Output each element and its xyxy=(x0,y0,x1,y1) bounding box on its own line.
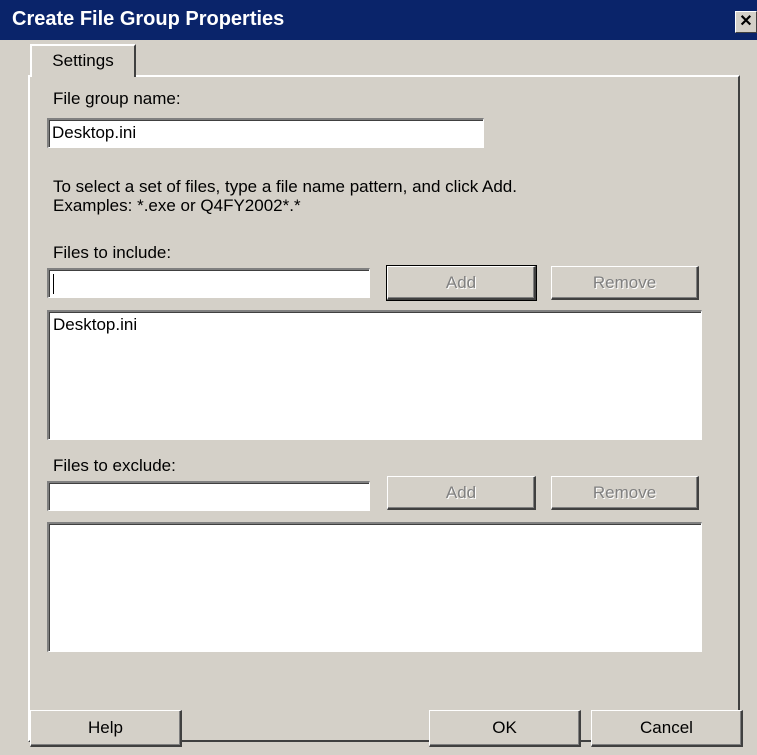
exclude-remove-button[interactable]: Remove xyxy=(551,476,699,510)
tab-settings[interactable]: Settings xyxy=(30,44,136,77)
file-group-name-input[interactable]: Desktop.ini xyxy=(47,118,484,148)
exclude-pattern-input[interactable] xyxy=(47,481,370,511)
files-to-exclude-label: Files to exclude: xyxy=(53,456,176,475)
exclude-file-list[interactable] xyxy=(47,522,702,652)
window-title: Create File Group Properties xyxy=(12,8,285,30)
help-button[interactable]: Help xyxy=(30,710,182,747)
text-caret xyxy=(53,273,54,294)
instructions-line-1: To select a set of files, type a file na… xyxy=(53,177,517,196)
include-remove-button[interactable]: Remove xyxy=(551,266,699,300)
include-pattern-input[interactable] xyxy=(47,268,370,298)
files-to-include-label: Files to include: xyxy=(53,243,172,262)
list-item[interactable]: Desktop.ini xyxy=(53,315,697,335)
exclude-add-button[interactable]: Add xyxy=(387,476,536,510)
cancel-button[interactable]: Cancel xyxy=(591,710,743,747)
instructions-line-2: Examples: *.exe or Q4FY2002*.* xyxy=(53,196,301,215)
close-button[interactable]: ✕ xyxy=(735,11,757,33)
include-file-list[interactable]: Desktop.ini xyxy=(47,310,702,440)
ok-button[interactable]: OK xyxy=(429,710,581,747)
include-add-button[interactable]: Add xyxy=(386,265,537,301)
close-icon: ✕ xyxy=(739,13,753,30)
file-group-name-label: File group name: xyxy=(53,89,181,108)
